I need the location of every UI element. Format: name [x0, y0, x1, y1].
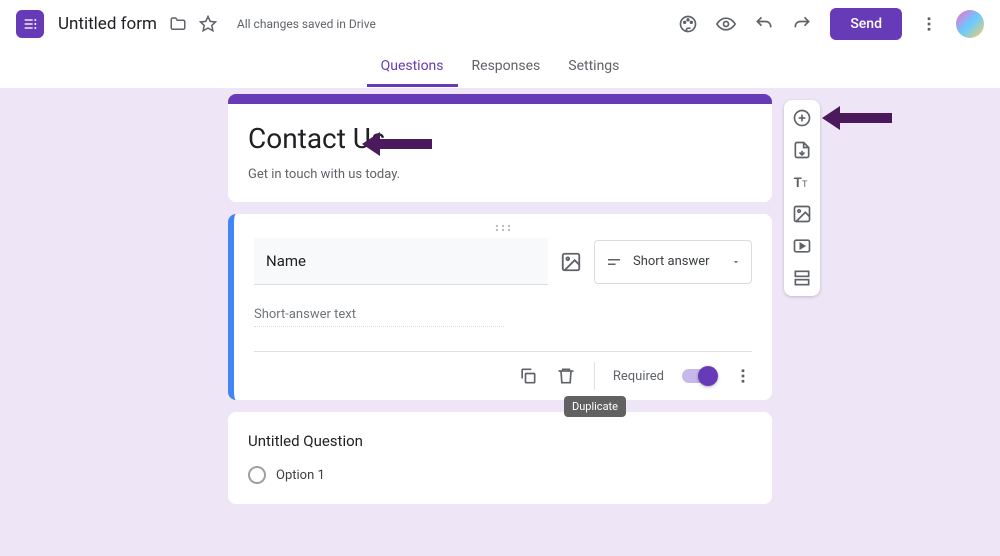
question-toolbar: TT [784, 100, 820, 296]
add-circle-icon[interactable] [792, 108, 812, 128]
image-icon[interactable] [560, 251, 582, 273]
undo-icon[interactable] [754, 14, 774, 34]
short-answer-icon [605, 253, 623, 271]
eye-icon[interactable] [716, 14, 736, 34]
question-card[interactable]: Untitled Question Option 1 [228, 412, 772, 504]
section-icon[interactable] [792, 268, 812, 288]
send-button[interactable]: Send [830, 8, 902, 40]
tab-questions[interactable]: Questions [367, 48, 458, 87]
form-title[interactable]: Contact Us [248, 122, 752, 155]
tab-bar: Questions Responses Settings [0, 48, 1000, 88]
tab-responses[interactable]: Responses [458, 48, 555, 87]
question-text-input[interactable] [254, 238, 548, 285]
image-icon[interactable] [792, 204, 812, 224]
title-icon[interactable]: TT [792, 172, 812, 192]
copy-icon[interactable] [518, 366, 538, 386]
forms-logo[interactable] [16, 10, 44, 38]
question-type-dropdown[interactable]: Short answer [594, 240, 752, 284]
more-vert-icon[interactable] [734, 367, 752, 385]
radio-icon [248, 466, 266, 484]
annotation-arrow-title [362, 132, 432, 156]
drag-handle-icon[interactable] [254, 222, 752, 238]
star-icon[interactable] [199, 15, 217, 33]
caret-down-icon [731, 257, 741, 267]
duplicate-tooltip: Duplicate [564, 396, 626, 417]
trash-icon[interactable] [556, 366, 576, 386]
footer-separator [594, 362, 595, 390]
tab-settings[interactable]: Settings [554, 48, 633, 87]
document-title[interactable]: Untitled form [58, 14, 157, 34]
annotation-arrow-add [822, 106, 892, 130]
import-icon[interactable] [792, 140, 812, 160]
required-toggle[interactable] [682, 369, 716, 383]
form-header-card[interactable]: Contact Us Get in touch with us today. [228, 94, 772, 202]
video-icon[interactable] [792, 236, 812, 256]
palette-icon[interactable] [678, 14, 698, 34]
redo-icon[interactable] [792, 14, 812, 34]
question-card-active[interactable]: Short answer Short-answer text Required [228, 214, 772, 400]
required-label: Required [613, 369, 664, 384]
account-avatar[interactable] [956, 10, 984, 38]
form-description[interactable]: Get in touch with us today. [248, 167, 752, 182]
option-row[interactable]: Option 1 [248, 466, 752, 484]
more-vert-icon[interactable] [920, 15, 938, 33]
short-answer-placeholder: Short-answer text [254, 303, 504, 327]
question-footer: Required Duplicate [254, 351, 752, 400]
svg-text:T: T [794, 176, 802, 191]
question-title: Untitled Question [248, 432, 752, 450]
question-type-label: Short answer [633, 254, 721, 269]
save-status: All changes saved in Drive [237, 17, 376, 31]
app-header: Untitled form All changes saved in Drive… [0, 0, 1000, 48]
folder-icon[interactable] [169, 15, 187, 33]
option-label: Option 1 [276, 468, 325, 483]
form-canvas: Contact Us Get in touch with us today. S… [0, 88, 1000, 556]
svg-text:T: T [802, 180, 808, 190]
